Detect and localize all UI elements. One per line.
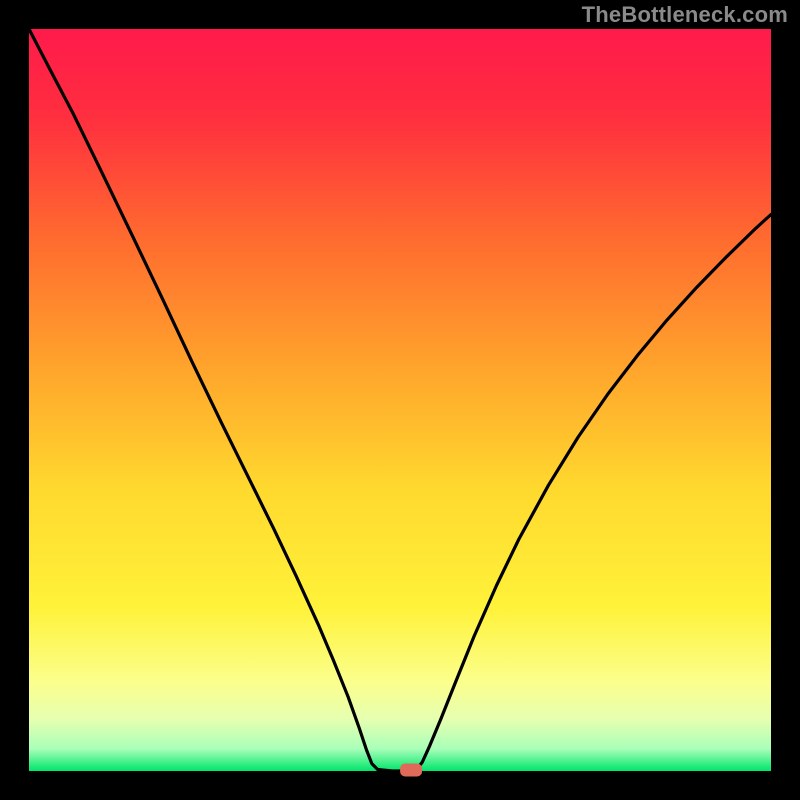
bottleneck-curve-chart (0, 0, 800, 800)
chart-frame: { "watermark": "TheBottleneck.com", "cha… (0, 0, 800, 800)
watermark-text: TheBottleneck.com (582, 2, 788, 28)
gradient-background (29, 29, 771, 771)
optimal-point-marker (400, 764, 422, 777)
